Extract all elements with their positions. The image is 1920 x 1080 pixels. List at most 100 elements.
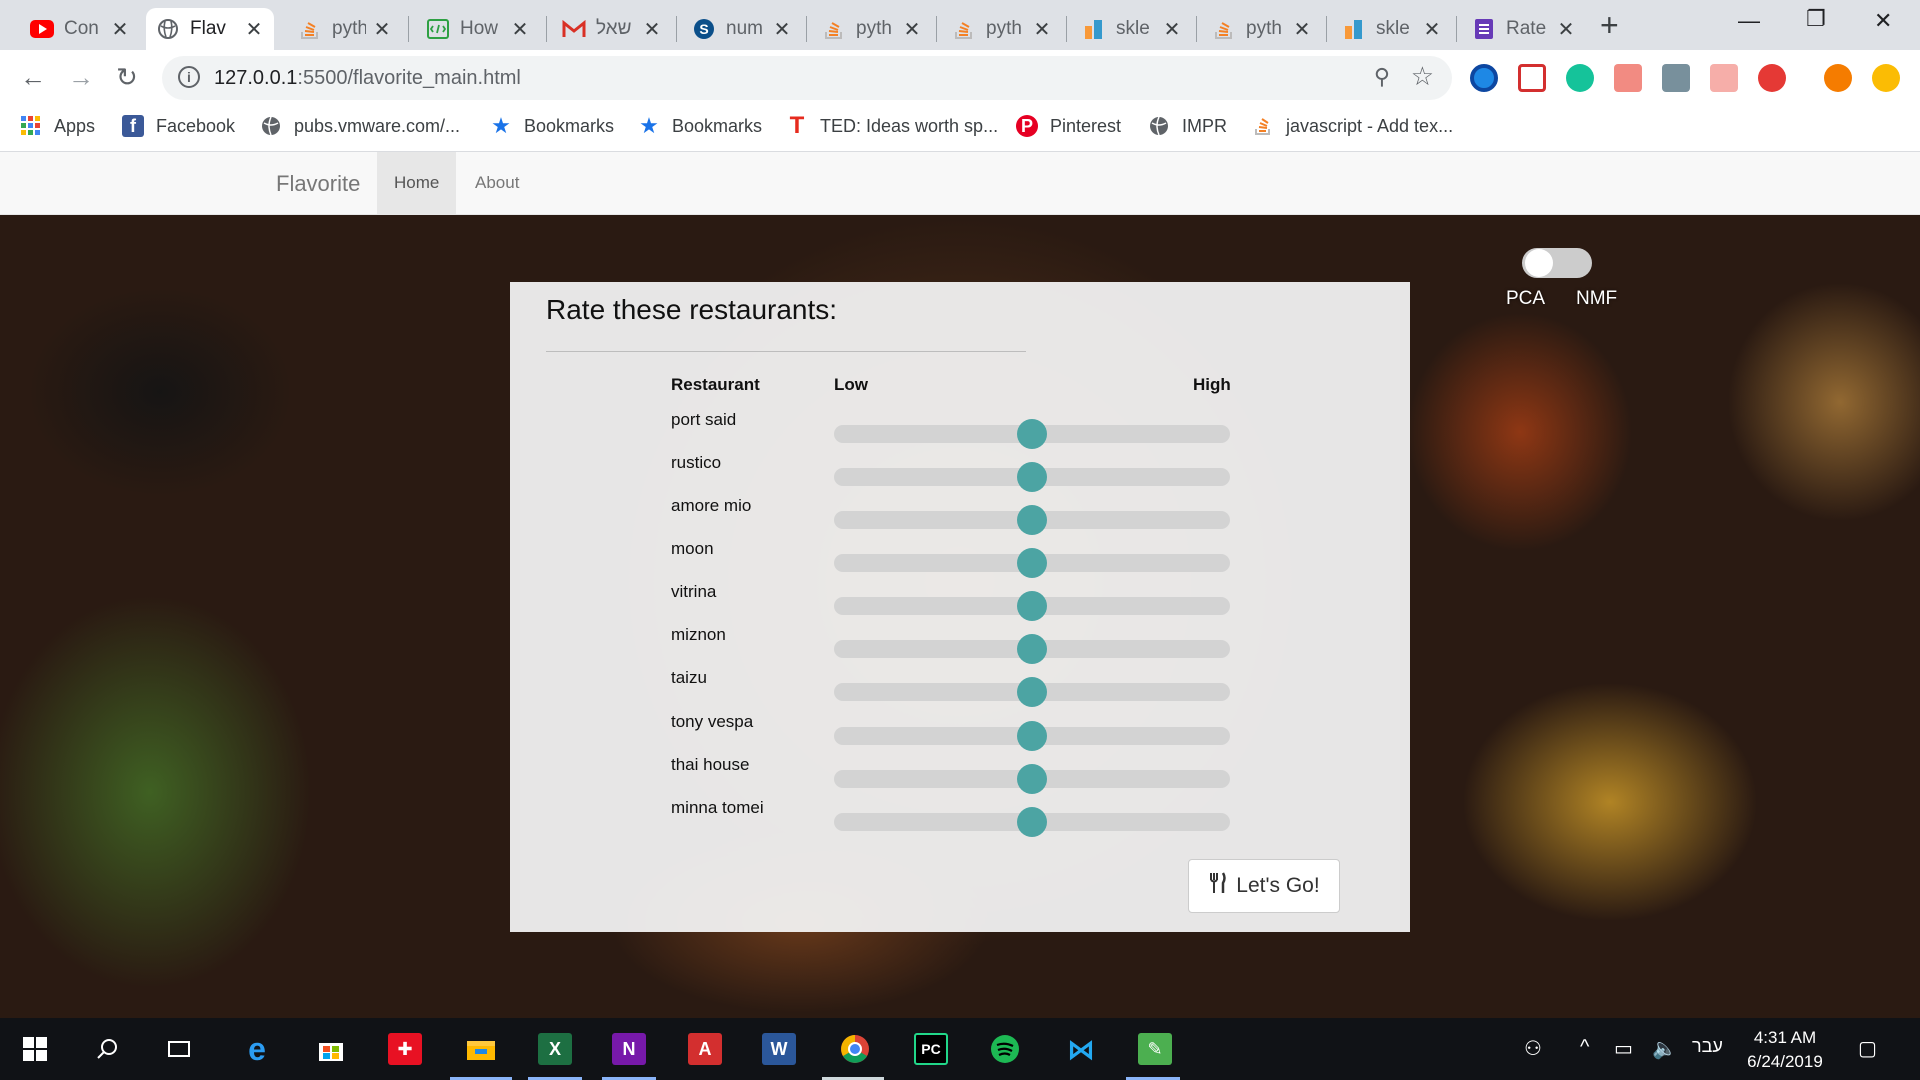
store-icon[interactable]: [314, 1033, 348, 1065]
action-center-icon[interactable]: ▢: [1858, 1036, 1877, 1061]
browser-tab[interactable]: How ✕: [416, 8, 540, 50]
rating-slider[interactable]: [834, 807, 1230, 837]
gift-app-icon[interactable]: ✚: [388, 1033, 422, 1065]
slider-thumb[interactable]: [1017, 548, 1047, 578]
close-icon[interactable]: ✕: [642, 17, 662, 42]
nav-about[interactable]: About: [458, 152, 536, 214]
close-icon[interactable]: ✕: [1422, 17, 1442, 42]
rating-slider[interactable]: [834, 505, 1230, 535]
address-bar[interactable]: i 127.0.0.1:5500/flavorite_main.html ⚲ ☆: [162, 56, 1452, 100]
bookmark-pubs-vmware[interactable]: pubs.vmware.com/...: [260, 115, 460, 137]
slider-thumb[interactable]: [1017, 462, 1047, 492]
bookmark-facebook[interactable]: f Facebook: [122, 115, 235, 137]
bookmark-star-icon[interactable]: ☆: [1411, 61, 1434, 92]
site-info-icon[interactable]: i: [178, 66, 200, 88]
excel-icon[interactable]: X: [538, 1033, 572, 1065]
browser-tab[interactable]: pyth ✕: [942, 8, 1062, 50]
rating-slider[interactable]: [834, 634, 1230, 664]
adblock-icon[interactable]: [1758, 64, 1786, 92]
pdf-extension-icon[interactable]: [1614, 64, 1642, 92]
forward-icon[interactable]: →: [68, 62, 94, 92]
chrome-icon[interactable]: [838, 1033, 872, 1065]
volume-icon[interactable]: 🔈: [1652, 1036, 1677, 1061]
onenote-icon[interactable]: N: [612, 1033, 646, 1065]
system-clock[interactable]: 4:31 AM 6/24/2019: [1740, 1026, 1830, 1074]
word-icon[interactable]: W: [762, 1033, 796, 1065]
extension-icon[interactable]: [1470, 64, 1498, 92]
slider-thumb[interactable]: [1017, 807, 1047, 837]
close-icon[interactable]: ✕: [244, 17, 264, 42]
task-view-icon[interactable]: [162, 1033, 196, 1065]
file-explorer-icon[interactable]: [464, 1033, 498, 1065]
spotify-icon[interactable]: [988, 1033, 1022, 1065]
close-icon[interactable]: ✕: [902, 17, 922, 42]
bookmark-bookmarks[interactable]: ★ Bookmarks: [490, 113, 614, 138]
battery-icon[interactable]: ▭: [1614, 1036, 1633, 1061]
edge-icon[interactable]: e: [240, 1031, 274, 1067]
browser-tab-active[interactable]: Flav ✕: [146, 8, 274, 50]
close-icon[interactable]: ✕: [372, 17, 392, 42]
slider-thumb[interactable]: [1017, 764, 1047, 794]
close-icon[interactable]: ✕: [1162, 17, 1182, 42]
people-icon[interactable]: ⚇: [1524, 1036, 1542, 1061]
back-icon[interactable]: ←: [20, 62, 46, 92]
close-icon[interactable]: ✕: [1032, 17, 1052, 42]
close-icon[interactable]: ✕: [1292, 17, 1312, 42]
browser-tab[interactable]: שאל ✕: [552, 8, 672, 50]
pycharm-icon[interactable]: PC: [914, 1033, 948, 1065]
bookmark-pinterest[interactable]: P Pinterest: [1016, 115, 1121, 137]
slider-thumb[interactable]: [1017, 721, 1047, 751]
slider-thumb[interactable]: [1017, 677, 1047, 707]
language-indicator[interactable]: עבר: [1692, 1036, 1723, 1057]
nav-home[interactable]: Home: [377, 152, 457, 214]
bookmark-javascript[interactable]: javascript - Add tex...: [1252, 115, 1453, 137]
slider-thumb[interactable]: [1017, 505, 1047, 535]
bookmark-bookmarks-2[interactable]: ★ Bookmarks: [638, 113, 762, 138]
bookmark-ted[interactable]: T TED: Ideas worth sp...: [786, 112, 998, 139]
minimize-button[interactable]: —: [1738, 8, 1760, 34]
eyedropper-icon[interactable]: [1662, 64, 1690, 92]
restore-button[interactable]: ❐: [1806, 6, 1826, 32]
zoom-icon[interactable]: ⚲: [1374, 64, 1390, 90]
rating-slider[interactable]: [834, 462, 1230, 492]
chevron-up-icon[interactable]: ^: [1580, 1036, 1589, 1059]
browser-tab[interactable]: pyth ✕: [1202, 8, 1322, 50]
acrobat-icon[interactable]: A: [688, 1033, 722, 1065]
bookmark-apps[interactable]: Apps: [20, 115, 95, 137]
rating-slider[interactable]: [834, 591, 1230, 621]
browser-tab[interactable]: S num ✕: [682, 8, 802, 50]
bookmark-impr[interactable]: IMPR: [1148, 115, 1227, 137]
windows-start-icon[interactable]: [18, 1033, 52, 1065]
close-icon[interactable]: ✕: [510, 17, 530, 42]
site-brand[interactable]: Flavorite: [276, 171, 360, 197]
close-icon[interactable]: ✕: [772, 17, 792, 42]
grammarly-icon[interactable]: [1566, 64, 1594, 92]
rating-slider[interactable]: [834, 721, 1230, 751]
new-tab-button[interactable]: +: [1600, 9, 1619, 41]
reload-icon[interactable]: ↻: [116, 62, 138, 92]
profile-avatar-icon[interactable]: [1824, 64, 1852, 92]
close-icon[interactable]: ✕: [1556, 17, 1576, 42]
browser-tab[interactable]: pyth ✕: [288, 8, 402, 50]
rating-slider[interactable]: [834, 764, 1230, 794]
vscode-icon[interactable]: ⋈: [1064, 1033, 1098, 1065]
update-icon[interactable]: [1872, 64, 1900, 92]
rating-slider[interactable]: [834, 419, 1230, 449]
slider-thumb[interactable]: [1017, 419, 1047, 449]
browser-tab[interactable]: skle ✕: [1332, 8, 1452, 50]
browser-tab[interactable]: Rate ✕: [1462, 8, 1586, 50]
browser-tab[interactable]: skle ✕: [1072, 8, 1192, 50]
pocket-icon[interactable]: [1518, 64, 1546, 92]
method-switch[interactable]: [1522, 248, 1592, 278]
cast-extension-icon[interactable]: [1710, 64, 1738, 92]
image-app-icon[interactable]: ✎: [1138, 1033, 1172, 1065]
close-icon[interactable]: ✕: [110, 17, 130, 42]
browser-tab[interactable]: pyth ✕: [812, 8, 932, 50]
window-close-button[interactable]: ✕: [1874, 8, 1892, 34]
rating-slider[interactable]: [834, 548, 1230, 578]
lets-go-button[interactable]: Let's Go!: [1188, 859, 1340, 913]
slider-thumb[interactable]: [1017, 591, 1047, 621]
slider-thumb[interactable]: [1017, 634, 1047, 664]
rating-slider[interactable]: [834, 677, 1230, 707]
browser-tab[interactable]: Con ✕: [20, 8, 140, 50]
